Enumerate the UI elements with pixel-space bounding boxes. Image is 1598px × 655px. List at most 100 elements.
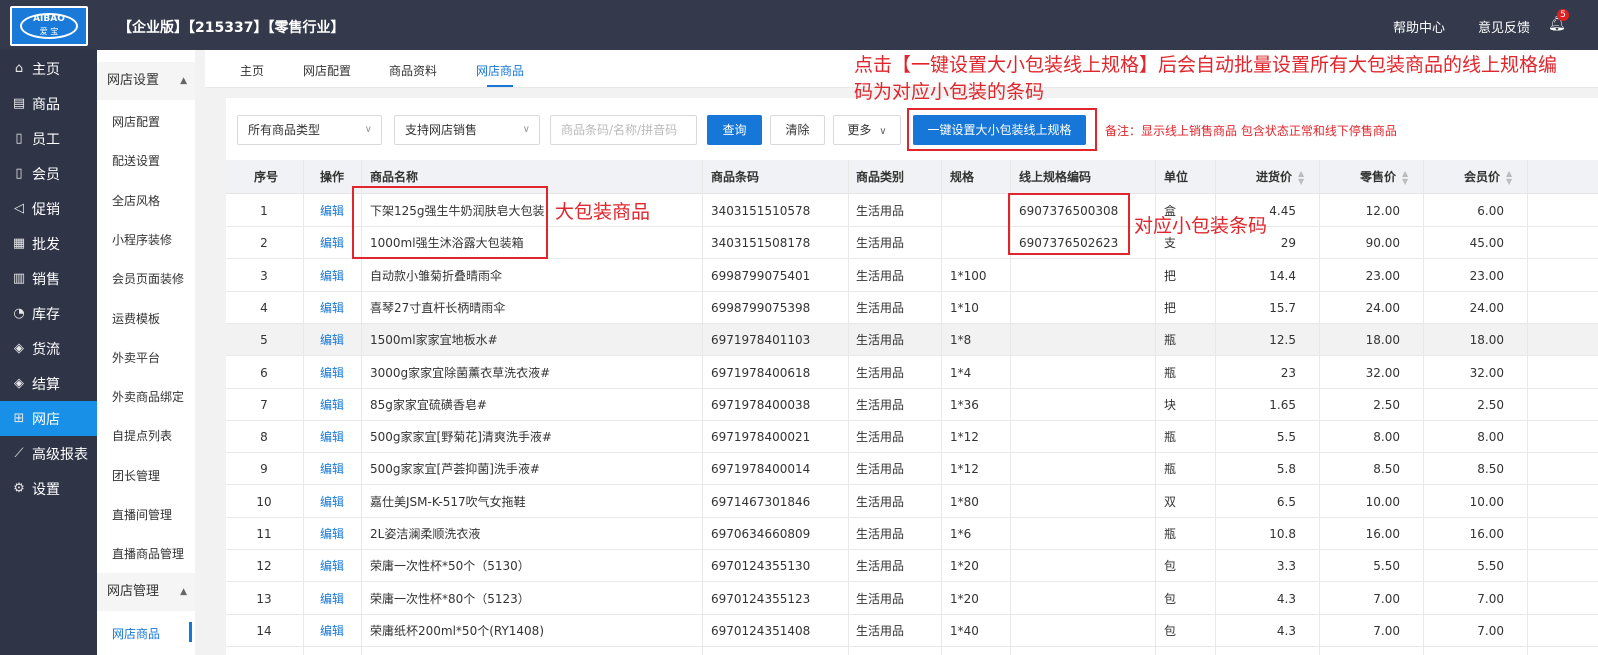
submenu-item-store-goods[interactable]: 网店商品 [112, 625, 160, 642]
more-button[interactable]: 更多 ∨ [833, 115, 901, 145]
annotation-box-small-pack-code [1008, 193, 1130, 255]
sidebar-item-member[interactable]: ▯ 会员 [0, 156, 97, 191]
table-row[interactable]: 9 编辑 500g家家宜[芦荟抑菌]洗手液# 6971978400014 生活用品 1*1… [226, 453, 1598, 486]
table-row[interactable]: 11 编辑 2L姿洁澜柔顺洗衣液 6970634660809 生活用品 1*6 瓶 10.8 1… [226, 518, 1598, 550]
sidebar-item-logistics[interactable]: ◈ 货流 [0, 331, 97, 366]
cell-spec [950, 195, 1010, 227]
aibao-logo[interactable]: AIBAO 爱 宝 [10, 6, 88, 46]
sidebar-item-inventory[interactable]: ◔ 库存 [0, 296, 97, 331]
active-tab-underline [487, 85, 513, 87]
query-button[interactable]: 查询 [707, 115, 762, 145]
chevron-up-icon: ▲ [180, 76, 187, 86]
table-row[interactable]: 5 编辑 1500ml家家宜地板水# 6971978401103 生活用品 1*8 瓶 12.… [226, 324, 1598, 357]
sidebar-item-store[interactable]: ⊞ 网店 [0, 401, 97, 436]
search-input[interactable]: 商品条码/名称/拼音码 [550, 115, 697, 145]
submenu-group-store-management[interactable]: 网店管理 ▲ [97, 573, 195, 611]
sidebar-item-settlement[interactable]: ◈ 结算 [0, 366, 97, 401]
cell-purchase-price: 4.3 [1276, 623, 1296, 638]
sidebar-item-label: 库存 [32, 306, 60, 323]
submenu-item[interactable]: 全店风格 [112, 192, 160, 209]
sidebar-item-staff[interactable]: ▯ 员工 [0, 121, 97, 156]
edit-link[interactable]: 编辑 [320, 389, 350, 421]
submenu-item[interactable]: 自提点列表 [112, 427, 172, 444]
edit-link[interactable]: 编辑 [320, 615, 350, 647]
submenu-item[interactable]: 网店配置 [112, 113, 160, 130]
cell-spec: 1*100 [950, 268, 987, 283]
edit-link[interactable]: 编辑 [320, 518, 350, 550]
submenu-item[interactable]: 运费模板 [112, 310, 160, 327]
edit-link[interactable]: 编辑 [320, 260, 350, 292]
edit-link[interactable]: 编辑 [320, 357, 350, 389]
column-header-online-spec-code: 线上规格编码 [1019, 170, 1092, 184]
cell-name: 荣庸一次性杯*80个（5123） [370, 591, 530, 606]
sidebar-item-promotion[interactable]: ◁ 促销 [0, 191, 97, 226]
sidebar-item-label: 会员 [32, 166, 60, 183]
table-row[interactable]: 10 编辑 嘉仕美JSM-K-517吹气女拖鞋 6971467301846 生活用品 1*… [226, 485, 1598, 518]
submenu-item[interactable]: 团长管理 [112, 467, 160, 484]
table-row[interactable]: 12 编辑 荣庸一次性杯*50个（5130） 6970124355130 生活用品 1*2… [226, 550, 1598, 583]
tab-home[interactable]: 主页 [240, 62, 264, 79]
table-row[interactable]: 3 编辑 自动款小雏菊折叠晴雨伞 6998799075401 生活用品 1*100 把 14.… [226, 259, 1598, 292]
submenu-item[interactable]: 直播间管理 [112, 506, 172, 523]
tab-goods-info[interactable]: 商品资料 [389, 62, 437, 79]
cell-member-price: 6.00 [1477, 204, 1504, 218]
submenu-group-store-settings[interactable]: 网店设置 ▲ [97, 62, 195, 100]
edit-link[interactable]: 编辑 [320, 550, 350, 582]
submenu-item[interactable]: 配送设置 [112, 152, 160, 169]
column-divider [941, 160, 942, 655]
clear-button[interactable]: 清除 [770, 115, 825, 145]
cell-retail-price: 8.50 [1373, 462, 1400, 477]
sidebar-item-settings[interactable]: ⚙ 设置 [0, 471, 97, 506]
table-row[interactable]: 6 编辑 3000g家家宜除菌薰衣草洗衣液# 6971978400618 生活用品 1*4… [226, 356, 1598, 389]
edit-link[interactable]: 编辑 [320, 227, 350, 259]
sale-support-select[interactable]: 支持网店销售 ∨ [394, 115, 540, 145]
table-row[interactable]: 7 编辑 85g家家宜硫磺香皂# 6971978400038 生活用品 1*36 块 1.65… [226, 388, 1598, 421]
cell-member-price: 32.00 [1469, 365, 1504, 380]
cell-category: 生活用品 [856, 623, 905, 638]
goods-icon: ▤ [12, 96, 26, 111]
sidebar-item-home[interactable]: ⌂ 主页 [0, 51, 97, 86]
wholesale-icon: ▦ [12, 236, 26, 251]
table-row[interactable]: 14 编辑 荣庸纸杯200ml*50个(RY1408) 6970124351408 生活… [226, 614, 1598, 647]
sidebar-item-sales[interactable]: ▥ 销售 [0, 261, 97, 296]
cell-spec: 1*4 [950, 365, 972, 380]
chevron-down-icon: ∨ [522, 124, 530, 135]
cell-member-price: 18.00 [1469, 333, 1504, 348]
sidebar-item-wholesale[interactable]: ▦ 批发 [0, 226, 97, 261]
edit-link[interactable]: 编辑 [320, 292, 350, 324]
table-row[interactable]: 8 编辑 500g家家宜[野菊花]清爽洗手液# 6971978400021 生活用品 1*… [226, 421, 1598, 454]
table-row[interactable]: 13 编辑 荣庸一次性杯*80个（5123） 6970124355123 生活用品 1*2… [226, 582, 1598, 615]
sidebar-item-goods[interactable]: ▤ 商品 [0, 86, 97, 121]
submenu-item[interactable]: 会员页面装修 [112, 270, 184, 287]
goods-type-select[interactable]: 所有商品类型 ∨ [237, 115, 382, 145]
edit-link[interactable]: 编辑 [320, 453, 350, 485]
sidebar-item-report[interactable]: ⟋ 高级报表 [0, 436, 97, 471]
column-header-member-price[interactable]: 会员价 ▲ ▼ [1464, 160, 1512, 194]
edit-link[interactable]: 编辑 [320, 195, 350, 227]
help-center-link[interactable]: 帮助中心 [1393, 17, 1445, 36]
column-header-retail-price[interactable]: 零售价 ▲ ▼ [1360, 160, 1408, 194]
tab-store-config[interactable]: 网店配置 [303, 62, 351, 79]
cell-unit: 瓶 [1164, 430, 1177, 445]
submenu-item[interactable]: 外卖商品绑定 [112, 388, 184, 405]
edit-link[interactable]: 编辑 [320, 583, 350, 615]
cell-member-price: 16.00 [1469, 527, 1504, 541]
cell-online-spec-code [1019, 421, 1159, 453]
edit-link[interactable]: 编辑 [320, 486, 350, 518]
table-row[interactable]: 4 编辑 喜琴27寸直杆长柄晴雨伞 6998799075398 生活用品 1*10 把 15.… [226, 291, 1598, 324]
tab-store-goods[interactable]: 网店商品 [476, 62, 524, 79]
cell-spec: 1*12 [950, 430, 979, 445]
sort-icon: ▲ ▼ [1298, 168, 1305, 186]
company-title: 【企业版】【215337】【零售行业】 [118, 20, 345, 36]
cell-retail-price: 2.50 [1373, 397, 1400, 412]
submenu-item[interactable]: 外卖平台 [112, 349, 160, 366]
column-divider [1423, 160, 1424, 655]
column-header-purchase-price[interactable]: 进货价 ▲ ▼ [1256, 160, 1304, 194]
edit-link[interactable]: 编辑 [320, 421, 350, 453]
submenu-item[interactable]: 小程序装修 [112, 231, 172, 248]
cell-unit: 双 [1164, 494, 1177, 509]
submenu-item[interactable]: 直播商品管理 [112, 545, 184, 562]
cell-online-spec-code [1019, 583, 1159, 615]
feedback-link[interactable]: 意见反馈 [1478, 17, 1530, 36]
edit-link[interactable]: 编辑 [320, 324, 350, 356]
